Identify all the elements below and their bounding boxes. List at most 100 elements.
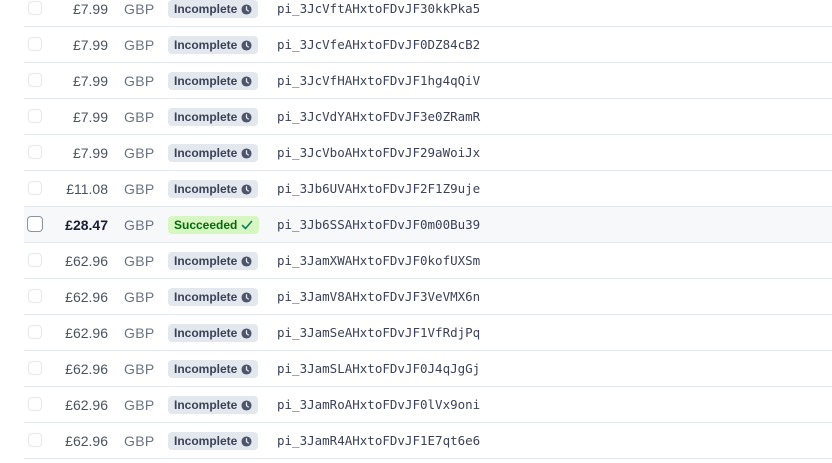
table-row[interactable]: £7.99 GBP Incomplete pi_3JcVboAHxtoFDvJF29a… bbox=[24, 135, 832, 171]
status-badge: Incomplete bbox=[168, 0, 259, 18]
status-label: Incomplete bbox=[174, 362, 238, 376]
amount: £62.96 bbox=[65, 325, 108, 341]
table-row[interactable]: £7.99 GBP Incomplete pi_3JcVdYAHxtoFDvJF3e0… bbox=[24, 99, 832, 135]
payment-id[interactable]: pi_3Jb6UVAHxtoFDvJF2F1Z9uje bbox=[277, 171, 480, 207]
currency: GBP bbox=[124, 73, 155, 89]
amount: £7.99 bbox=[72, 109, 108, 125]
status-badge: Incomplete bbox=[168, 144, 259, 162]
row-checkbox[interactable] bbox=[28, 37, 42, 51]
payment-id[interactable]: pi_3JamRoAHxtoFDvJF0lVx9oni bbox=[277, 387, 480, 423]
status-badge: Incomplete bbox=[168, 180, 259, 198]
clock-icon bbox=[241, 3, 252, 15]
amount: £7.99 bbox=[72, 1, 108, 17]
amount: £7.99 bbox=[72, 73, 108, 89]
currency: GBP bbox=[124, 1, 155, 17]
payment-id[interactable]: pi_3JcVftAHxtoFDvJF30kkPka5 bbox=[277, 0, 480, 27]
row-checkbox[interactable] bbox=[27, 216, 43, 232]
row-checkbox[interactable] bbox=[28, 433, 42, 447]
payment-id[interactable]: pi_3Jb6SSAHxtoFDvJF0m00Bu39 bbox=[277, 207, 480, 243]
clock-icon bbox=[241, 327, 252, 339]
status-badge: Incomplete bbox=[168, 324, 259, 342]
status-label: Succeeded bbox=[174, 218, 238, 232]
clock-icon bbox=[241, 255, 252, 267]
clock-icon bbox=[241, 111, 252, 123]
payment-id[interactable]: pi_3JamR4AHxtoFDvJF1E7qt6e6 bbox=[277, 423, 480, 459]
status-label: Incomplete bbox=[174, 326, 238, 340]
status-badge: Incomplete bbox=[168, 288, 259, 306]
status-label: Incomplete bbox=[174, 74, 238, 88]
payment-id[interactable]: pi_3JamSLAHxtoFDvJF0J4qJgGj bbox=[277, 351, 480, 387]
row-checkbox[interactable] bbox=[28, 325, 42, 339]
status-label: Incomplete bbox=[174, 110, 238, 124]
row-checkbox[interactable] bbox=[28, 109, 42, 123]
currency: GBP bbox=[124, 37, 155, 53]
currency: GBP bbox=[124, 109, 155, 125]
table-row[interactable]: £62.96 GBP Incomplete pi_3JamSLAHxtoFDvJF0J… bbox=[24, 351, 832, 387]
row-checkbox[interactable] bbox=[28, 397, 42, 411]
payment-id[interactable]: pi_3JamXWAHxtoFDvJF0kofUXSm bbox=[277, 243, 480, 279]
table-row[interactable]: £62.96 GBP Incomplete pi_3JamV8AHxtoFDvJF3V… bbox=[24, 279, 832, 315]
payment-id[interactable]: pi_3JamSeAHxtoFDvJF1VfRdjPq bbox=[277, 315, 480, 351]
amount: £7.99 bbox=[72, 37, 108, 53]
status-label: Incomplete bbox=[174, 38, 238, 52]
table-row[interactable]: £11.08 GBP Incomplete pi_3Jb6UVAHxtoFDvJF2F… bbox=[24, 171, 832, 207]
amount: £62.96 bbox=[65, 361, 108, 377]
currency: GBP bbox=[124, 361, 155, 377]
status-label: Incomplete bbox=[174, 290, 238, 304]
clock-icon bbox=[241, 363, 252, 375]
amount: £62.96 bbox=[65, 433, 108, 449]
amount: £62.96 bbox=[65, 253, 108, 269]
payment-id[interactable]: pi_3JcVfeAHxtoFDvJF0DZ84cB2 bbox=[277, 27, 480, 63]
status-label: Incomplete bbox=[174, 146, 238, 160]
status-badge: Succeeded bbox=[168, 216, 260, 234]
status-badge: Incomplete bbox=[168, 108, 259, 126]
table-row[interactable]: £7.99 GBP Incomplete pi_3JcVfeAHxtoFDvJF0DZ… bbox=[24, 27, 832, 63]
clock-icon bbox=[241, 75, 252, 87]
status-badge: Incomplete bbox=[168, 72, 259, 90]
status-label: Incomplete bbox=[174, 398, 238, 412]
amount: £7.99 bbox=[72, 145, 108, 161]
clock-icon bbox=[241, 399, 252, 411]
payment-id[interactable]: pi_3JamV8AHxtoFDvJF3VeVMX6n bbox=[277, 279, 480, 315]
status-badge: Incomplete bbox=[168, 252, 259, 270]
payment-id[interactable]: pi_3JcVboAHxtoFDvJF29aWoiJx bbox=[277, 135, 480, 171]
status-badge: Incomplete bbox=[168, 36, 259, 54]
payment-id[interactable]: pi_3JcVdYAHxtoFDvJF3e0ZRamR bbox=[277, 99, 480, 135]
clock-icon bbox=[241, 435, 252, 447]
row-checkbox[interactable] bbox=[28, 1, 42, 15]
amount: £62.96 bbox=[65, 397, 108, 413]
clock-icon bbox=[241, 147, 252, 159]
row-checkbox[interactable] bbox=[28, 361, 42, 375]
currency: GBP bbox=[124, 433, 155, 449]
currency: GBP bbox=[124, 145, 155, 161]
row-checkbox[interactable] bbox=[28, 145, 42, 159]
currency: GBP bbox=[124, 217, 155, 233]
payment-id[interactable]: pi_3JcVfHAHxtoFDvJF1hg4qQiV bbox=[277, 63, 480, 99]
checkmark-icon bbox=[241, 219, 253, 231]
currency: GBP bbox=[124, 289, 155, 305]
status-badge: Incomplete bbox=[168, 396, 259, 414]
currency: GBP bbox=[124, 325, 155, 341]
table-row[interactable]: £62.96 GBP Incomplete pi_3JamRoAHxtoFDvJF0l… bbox=[24, 387, 832, 423]
status-badge: Incomplete bbox=[168, 432, 259, 450]
table-row[interactable]: £28.47 GBP Succeeded pi_3Jb6SSAHxtoFDvJF0m0… bbox=[24, 207, 832, 243]
row-checkbox[interactable] bbox=[28, 253, 42, 267]
table-row[interactable]: £7.99 GBP Incomplete pi_3JcVfHAHxtoFDvJF1hg… bbox=[24, 63, 832, 99]
amount: £11.08 bbox=[66, 181, 108, 197]
row-checkbox[interactable] bbox=[28, 73, 42, 87]
table-row[interactable]: £62.96 GBP Incomplete pi_3JamXWAHxtoFDvJF0k… bbox=[24, 243, 832, 279]
row-checkbox[interactable] bbox=[28, 289, 42, 303]
currency: GBP bbox=[124, 181, 155, 197]
status-label: Incomplete bbox=[174, 434, 238, 448]
table-row[interactable]: £62.96 GBP Incomplete pi_3JamR4AHxtoFDvJF1E… bbox=[24, 423, 832, 459]
table-row[interactable]: £62.96 GBP Incomplete pi_3JamSeAHxtoFDvJF1V… bbox=[24, 315, 832, 351]
row-checkbox[interactable] bbox=[28, 181, 42, 195]
status-label: Incomplete bbox=[174, 254, 238, 268]
table-row[interactable]: £7.99 GBP Incomplete pi_3JcVftAHxtoFDvJF30k… bbox=[24, 0, 832, 27]
status-label: Incomplete bbox=[174, 182, 238, 196]
clock-icon bbox=[241, 39, 252, 51]
amount: £28.47 bbox=[65, 217, 108, 233]
status-badge: Incomplete bbox=[168, 360, 259, 378]
currency: GBP bbox=[124, 253, 155, 269]
currency: GBP bbox=[124, 397, 155, 413]
